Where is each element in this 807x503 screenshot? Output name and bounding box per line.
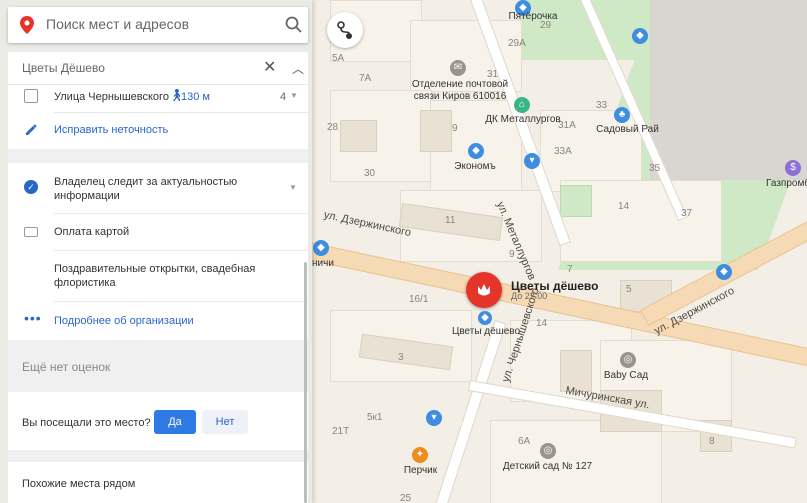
address-row[interactable]: Улица Чернышевского 🚶︎ 130 м 4 ▼ bbox=[8, 85, 308, 111]
flower-icon bbox=[478, 284, 490, 296]
services-text: Поздравительные открытки, свадебная флор… bbox=[54, 263, 256, 289]
shop-icon[interactable]: ◆ bbox=[313, 240, 329, 256]
place-label-below[interactable]: Цветы дёшево bbox=[448, 326, 524, 338]
street-label: ул. Дзержинского bbox=[322, 208, 413, 240]
house-number: 33А bbox=[554, 146, 572, 157]
no-ratings-text: Ещё нет оценок bbox=[22, 360, 111, 374]
house-number: 7 bbox=[567, 264, 573, 275]
building bbox=[340, 120, 377, 152]
poi-label[interactable]: Отделение почтовой связи Киров 610016 bbox=[405, 79, 515, 103]
poi-label[interactable]: Baby Сад bbox=[596, 370, 656, 382]
card-payment-icon bbox=[24, 227, 38, 237]
shop-icon[interactable]: ◆ bbox=[632, 28, 648, 44]
building-icon bbox=[24, 89, 38, 103]
house-number: 9 bbox=[452, 123, 458, 134]
similar-heading: Похожие места рядом bbox=[22, 478, 136, 490]
culture-icon[interactable]: ⌂ bbox=[514, 97, 530, 113]
address-count: 4 bbox=[280, 91, 287, 103]
kindergarten-icon[interactable]: ◎ bbox=[540, 443, 556, 459]
similar-row: Похожие места рядом bbox=[8, 462, 308, 503]
section-gap bbox=[8, 450, 308, 462]
house-number: 28 bbox=[327, 122, 339, 133]
no-button[interactable]: Нет bbox=[202, 410, 248, 434]
house-number: 5 bbox=[626, 284, 632, 295]
cart-icon[interactable]: ▾ bbox=[524, 153, 540, 169]
house-number: 7А bbox=[359, 73, 372, 84]
shop-icon[interactable]: ◆ bbox=[468, 143, 484, 159]
search-icon[interactable] bbox=[284, 15, 304, 35]
section-gap bbox=[8, 149, 308, 163]
fix-row[interactable]: Исправить неточность bbox=[8, 113, 308, 149]
place-hours: До 22:00 bbox=[511, 291, 548, 301]
poi-label[interactable]: Газпромб bbox=[763, 178, 807, 190]
search-bar[interactable]: Поиск мест и адресов bbox=[8, 7, 308, 43]
shop-icon[interactable]: ◆ bbox=[716, 264, 732, 280]
more-dots-icon: ••• bbox=[24, 310, 42, 326]
card-title: Цветы Дёшево bbox=[22, 61, 105, 75]
poi-label[interactable]: ДК Металлургов bbox=[478, 114, 568, 126]
rail-area bbox=[650, 0, 807, 180]
poi-label[interactable]: Садовый Рай bbox=[590, 124, 665, 136]
verified-icon: ✓ bbox=[24, 180, 38, 194]
house-number: 8 bbox=[709, 436, 715, 447]
mail-icon[interactable]: ✉ bbox=[450, 60, 466, 76]
house-number: 29А bbox=[508, 38, 526, 49]
house-number: 21Т bbox=[332, 426, 350, 437]
house-number: 5А bbox=[332, 53, 345, 64]
food-icon[interactable]: ✦ bbox=[412, 447, 428, 463]
close-icon[interactable]: ✕ bbox=[263, 57, 276, 77]
poi-label[interactable]: ничи bbox=[312, 258, 342, 270]
ratings-row: Ещё нет оценок bbox=[8, 340, 308, 392]
house-number: 14 bbox=[536, 318, 548, 329]
place-card: Цветы Дёшево ✕ ︿ Улица Чернышевского 🚶︎ … bbox=[8, 52, 308, 503]
chevron-down-icon[interactable]: ▼ bbox=[290, 91, 298, 100]
building bbox=[420, 110, 452, 152]
chevron-down-icon[interactable]: ▼ bbox=[289, 183, 297, 192]
yes-button[interactable]: Да bbox=[154, 410, 196, 434]
chevron-up-icon[interactable]: ︿ bbox=[292, 60, 304, 77]
visited-row: Вы посещали это место? Да Нет bbox=[8, 394, 308, 450]
search-input[interactable]: Поиск мест и адресов bbox=[46, 16, 276, 32]
flower-shop-marker[interactable] bbox=[466, 272, 502, 308]
house-number: 3 bbox=[398, 352, 404, 363]
shop-small-icon[interactable]: ◆ bbox=[478, 311, 492, 325]
cart-icon[interactable]: ▾ bbox=[426, 410, 442, 426]
route-button[interactable] bbox=[327, 12, 363, 48]
visited-question: Вы посещали это место? bbox=[22, 417, 151, 429]
services-row: Поздравительные открытки, свадебная флор… bbox=[8, 251, 308, 301]
garden-shop-icon[interactable]: ♣ bbox=[614, 107, 630, 123]
house-number: 6А bbox=[518, 436, 531, 447]
location-pin-icon bbox=[20, 16, 34, 34]
owner-notice: Владелец следит за актуальностью информа… bbox=[54, 176, 238, 202]
poi-label[interactable]: Перчик bbox=[398, 465, 443, 477]
pencil-icon bbox=[26, 124, 37, 135]
owner-row[interactable]: ✓ Владелец следит за актуальностью инфор… bbox=[8, 163, 308, 213]
house-number: 30 bbox=[364, 168, 376, 179]
poi-label[interactable]: Экономъ bbox=[450, 161, 500, 173]
side-panel: Поиск мест и адресов Цветы Дёшево ✕ ︿ Ул… bbox=[0, 0, 312, 503]
house-number: 35 bbox=[649, 163, 661, 174]
house-number: 16/1 bbox=[409, 294, 429, 305]
payment-text: Оплата картой bbox=[54, 226, 130, 238]
scrollbar[interactable] bbox=[304, 262, 307, 503]
house-number: 5к1 bbox=[367, 412, 383, 423]
walk-distance: 130 м bbox=[181, 91, 210, 103]
fix-link[interactable]: Исправить неточность bbox=[54, 124, 168, 136]
more-row[interactable]: ••• Подробнее об организации bbox=[8, 302, 308, 338]
more-link[interactable]: Подробнее об организации bbox=[54, 315, 194, 327]
bank-icon[interactable]: $ bbox=[785, 160, 801, 176]
house-number: 11 bbox=[445, 215, 456, 226]
house-number: 37 bbox=[681, 208, 693, 219]
green-square bbox=[560, 185, 592, 217]
poi-label[interactable]: Детский сад № 127 bbox=[500, 461, 595, 473]
address-street: Улица Чернышевского bbox=[54, 91, 169, 103]
kindergarten-icon[interactable]: ◎ bbox=[620, 352, 636, 368]
route-icon bbox=[337, 21, 352, 39]
house-number: 33 bbox=[596, 100, 608, 111]
card-header: Цветы Дёшево ✕ ︿ bbox=[8, 52, 308, 85]
house-number: 14 bbox=[618, 201, 630, 212]
payment-row: Оплата картой bbox=[8, 214, 308, 250]
house-number: 25 bbox=[400, 493, 412, 503]
poi-label[interactable]: Пятёрочка bbox=[508, 11, 558, 23]
